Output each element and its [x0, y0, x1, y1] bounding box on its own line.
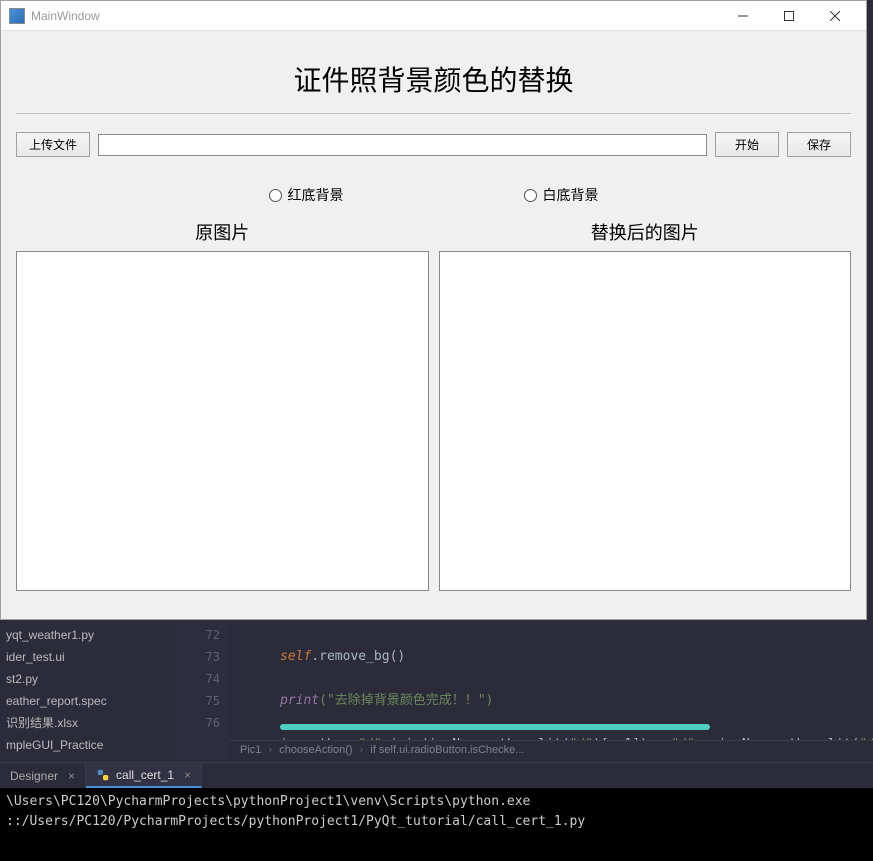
file-path-input[interactable] — [98, 134, 707, 156]
close-icon[interactable]: × — [68, 769, 75, 783]
terminal-line: ::/Users/PC120/PycharmProjects/pythonPro… — [6, 814, 585, 829]
original-image-label: 原图片 — [16, 219, 429, 245]
tab-label: Designer — [10, 769, 58, 783]
window-titlebar[interactable]: MainWindow — [1, 1, 866, 31]
python-icon — [96, 768, 110, 782]
file-item[interactable]: 识别结果.xlsx — [6, 712, 169, 734]
radio-icon — [269, 189, 282, 202]
app-icon — [9, 8, 25, 24]
tab-label: call_cert_1 — [116, 768, 174, 782]
ide-code-editor[interactable]: self.remove_bg() print("去除掉背景颜色完成！！") in… — [230, 620, 873, 740]
ide-line-gutter: 72 73 74 75 76 — [175, 620, 230, 760]
replaced-image-label: 替换后的图片 — [439, 219, 852, 245]
breadcrumb-item[interactable]: Pic1 — [240, 744, 261, 756]
save-button[interactable]: 保存 — [787, 132, 851, 157]
close-icon[interactable]: × — [184, 768, 191, 782]
breadcrumb-item[interactable]: if self.ui.radioButton.isChecke... — [370, 744, 524, 756]
file-item[interactable]: eather_report.spec — [6, 690, 169, 712]
radio-red-bg[interactable]: 红底背景 — [269, 185, 344, 205]
radio-white-bg[interactable]: 白底背景 — [524, 185, 599, 205]
breadcrumb-item[interactable]: chooseAction() — [279, 744, 352, 756]
radio-label: 白底背景 — [543, 185, 599, 205]
ide-bottom-tabs: Designer × call_cert_1 × — [0, 762, 873, 788]
line-number: 73 — [175, 646, 220, 668]
code-keyword: self — [280, 649, 311, 664]
close-button[interactable] — [812, 1, 858, 31]
ide-file-sidebar: yqt_weather1.py ider_test.ui st2.py eath… — [0, 620, 175, 760]
line-number: 75 — [175, 690, 220, 712]
page-title: 证件照背景颜色的替换 — [16, 41, 851, 113]
code-text: .remove_bg() — [311, 649, 405, 664]
file-item[interactable]: yqt_weather1.py — [6, 624, 169, 646]
start-button[interactable]: 开始 — [715, 132, 779, 157]
terminal-line: \Users\PC120\PycharmProjects\pythonProje… — [6, 794, 530, 809]
terminal-panel[interactable]: \Users\PC120\PycharmProjects\pythonProje… — [0, 788, 873, 861]
ide-breadcrumb[interactable]: Pic1 › chooseAction() › if self.ui.radio… — [230, 740, 873, 762]
radio-label: 红底背景 — [288, 185, 344, 205]
line-number: 72 — [175, 624, 220, 646]
tab-call-cert[interactable]: call_cert_1 × — [86, 763, 202, 788]
divider — [16, 113, 851, 114]
code-string: ("去除掉背景颜色完成！！") — [319, 693, 493, 708]
original-image-view — [16, 251, 429, 591]
line-number: 74 — [175, 668, 220, 690]
window-title: MainWindow — [31, 9, 100, 23]
line-number: 76 — [175, 712, 220, 734]
file-item[interactable]: mpleGUI_Practice — [6, 734, 169, 756]
chevron-right-icon: › — [268, 744, 272, 756]
horizontal-scrollbar[interactable] — [280, 724, 710, 730]
maximize-button[interactable] — [766, 1, 812, 31]
chevron-right-icon: › — [360, 744, 364, 756]
radio-icon — [524, 189, 537, 202]
file-item[interactable]: ider_test.ui — [6, 646, 169, 668]
tab-designer[interactable]: Designer × — [0, 763, 86, 788]
main-window: MainWindow 证件照背景颜色的替换 上传文件 开始 保存 — [0, 0, 867, 620]
replaced-image-view — [439, 251, 852, 591]
minimize-button[interactable] — [720, 1, 766, 31]
upload-button[interactable]: 上传文件 — [16, 132, 90, 157]
code-keyword: print — [280, 693, 319, 708]
file-item[interactable]: st2.py — [6, 668, 169, 690]
